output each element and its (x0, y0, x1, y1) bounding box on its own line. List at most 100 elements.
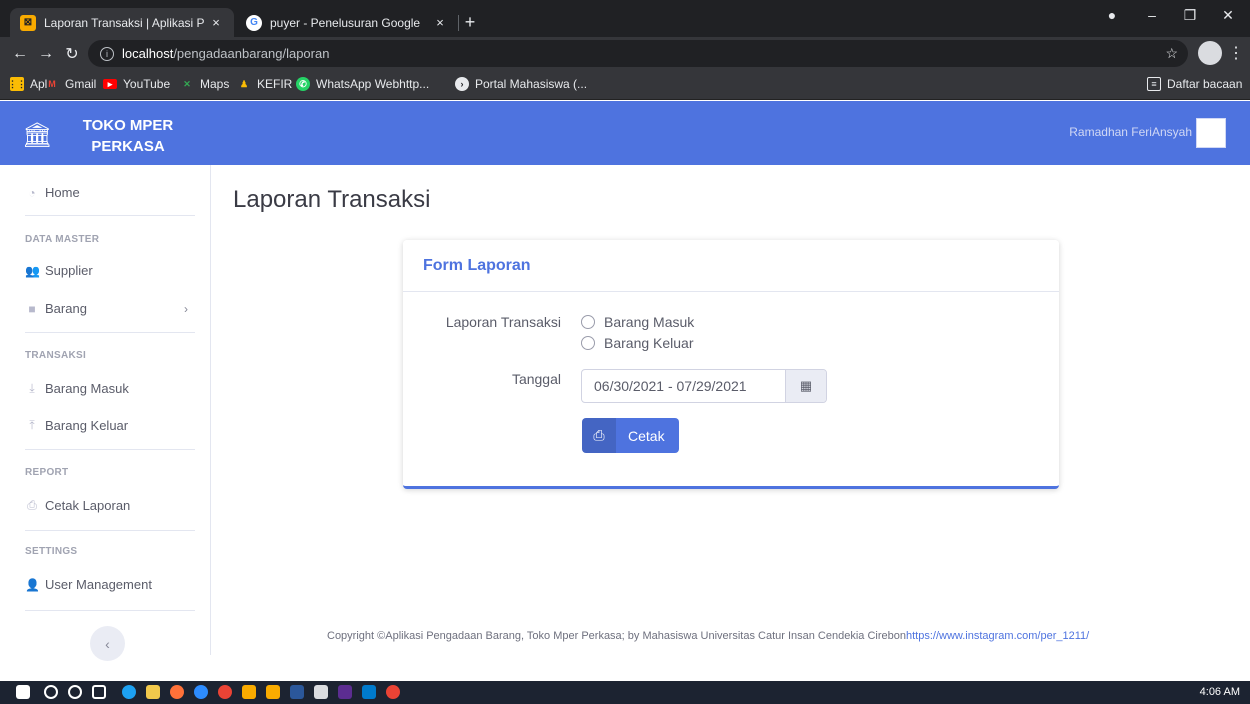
cortana-icon[interactable] (68, 685, 82, 699)
vscode-icon[interactable] (362, 685, 376, 699)
new-tab-button[interactable]: + (458, 12, 482, 33)
bookmark-apps[interactable]: ⋮⋮ Apl (8, 77, 47, 91)
sidebar-item-barang-keluar[interactable]: ⤒ Barang Keluar (25, 418, 128, 433)
brand-title[interactable]: TOKO MPER PERKASA (68, 115, 188, 157)
bookmark-gmail[interactable]: M Gmail (45, 77, 96, 91)
tab-close-icon[interactable]: × (432, 15, 448, 30)
google-icon: G (246, 14, 262, 31)
bookmark-youtube[interactable]: ▸ YouTube (103, 77, 170, 91)
label-laporan-transaksi: Laporan Transaksi (445, 314, 561, 330)
xampp-icon[interactable] (266, 685, 280, 699)
sidebar-item-cetak-laporan[interactable]: ⎙ Cetak Laporan (25, 498, 130, 513)
edge-icon[interactable] (122, 685, 136, 699)
sidebar-toggle-button[interactable]: ‹ (90, 626, 125, 661)
section-settings: SETTINGS (25, 546, 78, 557)
reading-list-icon: ≡ (1147, 77, 1161, 91)
close-window-icon[interactable]: ✕ (1208, 0, 1248, 30)
apps-grid-icon: ⋮⋮ (8, 77, 26, 91)
bookmark-maps[interactable]: ✕ Maps (180, 77, 229, 91)
users-icon: 👥 (25, 263, 40, 278)
task-view-icon[interactable] (92, 685, 106, 699)
bookmark-whatsapp[interactable]: ✆ WhatsApp Webhttp... (296, 77, 429, 91)
windows-taskbar: 4:06 AM (0, 681, 1250, 704)
minimize-icon[interactable]: – (1132, 0, 1172, 30)
radio-circle[interactable] (581, 336, 595, 350)
site-info-icon[interactable]: i (100, 46, 114, 61)
footer-instagram-link[interactable]: https://www.instagram.com/per_1211/ (906, 630, 1089, 642)
app-topbar: 🏛 TOKO MPER PERKASA Ramadhan FeriAnsyah (0, 101, 1250, 165)
file-explorer-icon[interactable] (146, 685, 160, 699)
menu-icon[interactable]: ⋮ (1228, 43, 1244, 63)
chrome-icon[interactable] (218, 685, 232, 699)
user-avatar[interactable] (1196, 118, 1226, 148)
word-icon[interactable] (290, 685, 304, 699)
footer-copyright: Copyright ©Aplikasi Pengadaan Barang, To… (327, 630, 1090, 642)
windows-start-icon[interactable] (16, 685, 30, 699)
taskbar-clock[interactable]: 4:06 AM (1200, 686, 1240, 698)
tab-google[interactable]: G puyer - Penelusuran Google × (236, 8, 458, 37)
card-header: Form Laporan (403, 240, 1059, 292)
bookmark-star-icon[interactable]: ☆ (1165, 45, 1178, 62)
dashboard-icon: ◔ (28, 185, 36, 200)
radio-barang-masuk[interactable]: Barang Masuk (581, 314, 694, 330)
cetak-label: Cetak (628, 427, 665, 444)
download-icon: ⤓ (29, 381, 35, 395)
app-favicon-icon: ⊠ (20, 14, 36, 31)
cetak-button[interactable]: ⎙ Cetak (582, 418, 679, 453)
page-title: Laporan Transaksi (233, 186, 431, 213)
tab-laporan[interactable]: ⊠ Laporan Transaksi | Aplikasi Peng × (10, 8, 234, 37)
sidebar-item-home[interactable]: ◔ Home (25, 185, 79, 200)
app-icon[interactable] (242, 685, 256, 699)
form-laporan-card: Form Laporan Laporan Transaksi Barang Ma… (403, 240, 1059, 489)
gmail-icon: M (48, 79, 56, 89)
reading-list[interactable]: ≡ Daftar bacaan (1147, 77, 1242, 91)
bank-icon: 🏛 (22, 122, 53, 149)
youtube-icon: ▸ (103, 79, 117, 89)
forward-icon[interactable]: → (34, 42, 58, 66)
chevron-right-icon[interactable]: › (184, 302, 188, 316)
section-report: REPORT (25, 467, 69, 478)
browser-tab-strip: ⊠ Laporan Transaksi | Aplikasi Peng × G … (0, 0, 1250, 37)
date-range-input[interactable]: 06/30/2021 - 07/29/2021 ▦ (581, 369, 827, 403)
whatsapp-icon: ✆ (296, 77, 310, 91)
section-transaksi: TRANSAKSI (25, 350, 87, 361)
restore-icon[interactable]: ❐ (1170, 0, 1210, 30)
zoom-icon[interactable] (194, 685, 208, 699)
tab-title: Laporan Transaksi | Aplikasi Peng (44, 15, 204, 30)
sidebar-item-user-management[interactable]: 👤 User Management (25, 577, 152, 592)
tab-close-icon[interactable]: × (208, 15, 224, 30)
address-bar[interactable]: i localhost/pengadaanbarang/laporan ☆ (88, 40, 1188, 67)
profile-avatar[interactable] (1198, 41, 1222, 65)
print-icon: ⎙ (582, 418, 616, 453)
bookmark-portal[interactable]: › Portal Mahasiswa (... (455, 77, 587, 91)
reload-icon[interactable]: ↻ (60, 42, 84, 66)
tab-title: puyer - Penelusuran Google (270, 15, 421, 30)
search-icon[interactable] (44, 685, 58, 699)
radio-circle[interactable] (581, 315, 595, 329)
maps-icon: ✕ (183, 78, 191, 89)
brand-line1: TOKO MPER (82, 117, 174, 134)
divider (25, 215, 195, 216)
sidebar-item-supplier[interactable]: 👥 Supplier (25, 263, 93, 278)
back-icon[interactable]: ← (8, 42, 32, 66)
calendar-icon[interactable]: ▦ (785, 370, 826, 402)
profile-dot-icon[interactable]: ● (1092, 0, 1132, 30)
bookmark-kefir[interactable]: ♟ KEFIR (237, 77, 292, 91)
firefox-icon[interactable] (170, 685, 184, 699)
divider (25, 530, 195, 531)
date-range-value[interactable]: 06/30/2021 - 07/29/2021 (582, 370, 785, 402)
notepad-icon[interactable] (314, 685, 328, 699)
divider (25, 610, 195, 611)
chrome-active-icon[interactable] (386, 685, 400, 699)
sidebar-item-barang[interactable]: ■ Barang (25, 301, 87, 316)
globe-icon: › (455, 77, 469, 91)
divider (25, 449, 195, 450)
section-data-master: DATA MASTER (25, 234, 100, 245)
bookmarks-bar: ⋮⋮ Apl M Gmail ▸ YouTube ✕ Maps ♟ KEFIR ✆ What… (0, 70, 1250, 100)
url-host: localhost (122, 46, 174, 61)
vs-icon[interactable] (338, 685, 352, 699)
radio-barang-keluar[interactable]: Barang Keluar (581, 335, 694, 351)
divider (25, 332, 195, 333)
user-name[interactable]: Ramadhan FeriAnsyah (1069, 125, 1192, 139)
sidebar-item-barang-masuk[interactable]: ⤓ Barang Masuk (25, 381, 128, 396)
